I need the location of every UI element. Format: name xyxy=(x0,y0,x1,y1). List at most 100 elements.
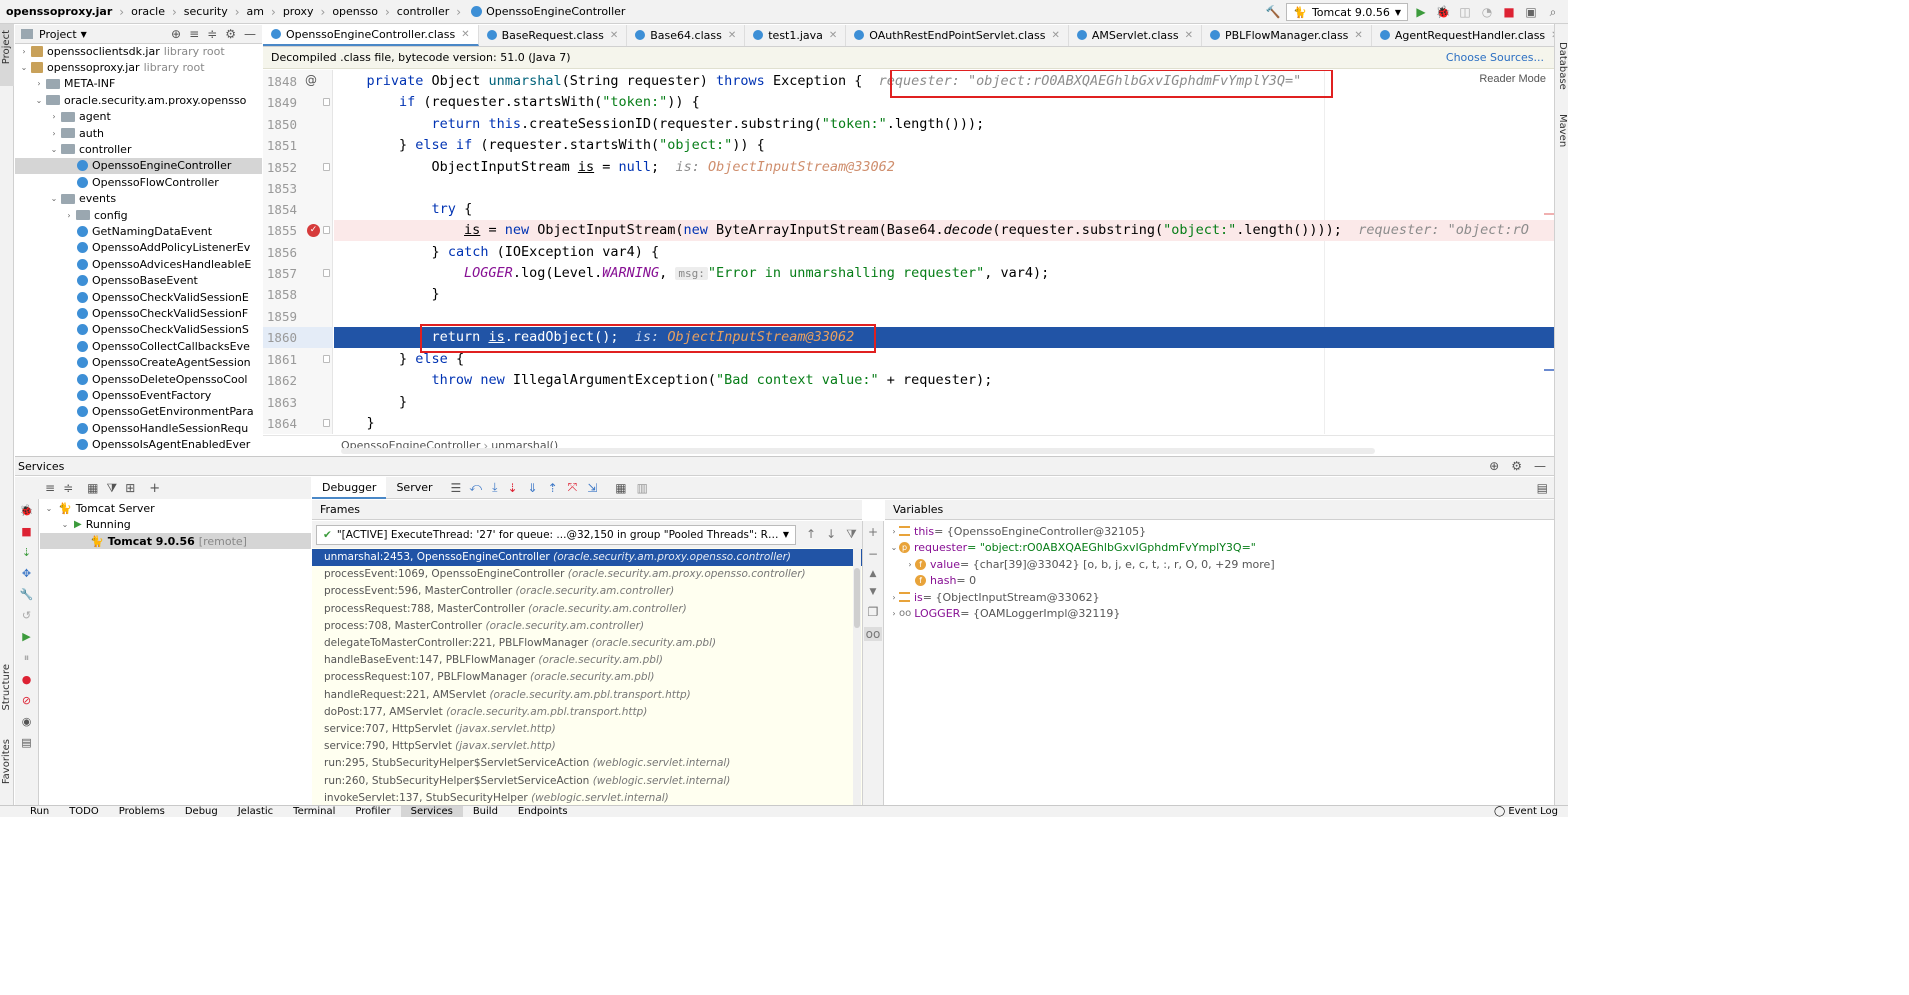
trace-icon[interactable]: ▥ xyxy=(637,481,648,495)
stack-frame[interactable]: invokeServlet:137, StubSecurityHelper (w… xyxy=(312,790,862,805)
force-step-into-icon[interactable]: ⇓ xyxy=(528,481,538,495)
menu-icon[interactable]: ☰ xyxy=(451,481,462,495)
stack-frame[interactable]: handleRequest:221, AMServlet (oracle.sec… xyxy=(312,687,862,704)
chevron-right-icon[interactable]: › xyxy=(889,609,899,618)
breadcrumb-item[interactable]: proxy xyxy=(279,0,318,24)
breadcrumb-item[interactable]: security xyxy=(180,0,232,24)
search-icon[interactable]: ⌕ xyxy=(1544,3,1562,21)
tree-item[interactable]: OpenssoCollectCallbacksEve xyxy=(64,338,262,354)
chevron-down-icon[interactable]: ⌄ xyxy=(44,504,54,513)
project-panel-title[interactable]: Project xyxy=(39,28,77,41)
editor-tab[interactable]: AgentRequestHandler.class ✕ xyxy=(1372,25,1554,46)
add-service-icon[interactable]: ⊕ xyxy=(1489,459,1499,473)
stack-frame[interactable]: doPost:177, AMServlet (oracle.security.a… xyxy=(312,704,862,721)
move-down-icon[interactable]: ▼ xyxy=(870,587,877,597)
chevron-down-icon[interactable]: ⌄ xyxy=(60,520,70,529)
move-up-icon[interactable]: ▲ xyxy=(870,569,877,579)
tree-item[interactable]: OpenssoAdvicesHandleableE xyxy=(64,256,262,272)
tree-item[interactable]: ⌄ controller xyxy=(49,141,262,157)
close-icon[interactable]: ✕ xyxy=(1185,30,1193,41)
chevron-down-icon[interactable]: ⌄ xyxy=(49,194,59,203)
resume-icon[interactable]: ▶ xyxy=(22,630,30,643)
tool-window-profiler[interactable]: Profiler xyxy=(345,806,400,817)
hide-icon[interactable]: — xyxy=(244,27,256,41)
tree-item[interactable]: OpenssoFlowController xyxy=(64,174,262,190)
chevron-right-icon[interactable]: › xyxy=(889,593,899,602)
stack-frame[interactable]: service:790, HttpServlet (javax.servlet.… xyxy=(312,738,862,755)
editor-tab[interactable]: Base64.class ✕ xyxy=(627,25,746,46)
close-icon[interactable]: ✕ xyxy=(829,30,837,41)
tree-item[interactable]: › config xyxy=(64,207,262,223)
tab-server[interactable]: Server xyxy=(386,481,442,494)
service-item[interactable]: ⌄ ▶ Running xyxy=(60,517,131,533)
chevron-right-icon[interactable]: › xyxy=(19,47,29,56)
breadcrumb-item[interactable]: controller xyxy=(393,0,453,24)
run-icon[interactable]: ▶ xyxy=(1412,3,1430,21)
editor-tab[interactable]: OAuthRestEndPointServlet.class ✕ xyxy=(846,25,1069,46)
tool-window-run[interactable]: Run xyxy=(20,806,59,817)
stop-icon[interactable]: ■ xyxy=(21,525,31,538)
fold-icon[interactable] xyxy=(323,355,330,363)
step-into-icon[interactable]: ⇣ xyxy=(507,481,517,495)
tree-item[interactable]: OpenssoEngineController xyxy=(15,157,262,174)
profile-icon[interactable]: ◔ xyxy=(1478,3,1496,21)
tool-window-endpoints[interactable]: Endpoints xyxy=(508,806,578,817)
tree-item[interactable]: OpenssoHandleSessionRequ xyxy=(64,420,262,436)
horizontal-scrollbar[interactable] xyxy=(341,448,1375,454)
show-execution-point-icon[interactable]: ⤺ xyxy=(469,480,482,495)
hide-icon[interactable]: — xyxy=(1534,459,1546,473)
evaluate-icon[interactable]: ▦ xyxy=(615,481,626,495)
tree-item[interactable]: ⌄ events xyxy=(49,191,262,207)
tool-window-build[interactable]: Build xyxy=(463,806,508,817)
close-icon[interactable]: ✕ xyxy=(1051,30,1059,41)
structure-tool-tab[interactable]: Structure xyxy=(1,664,12,711)
tree-item[interactable]: OpenssoDeleteOpenssoCool xyxy=(64,371,262,387)
remove-icon[interactable]: − xyxy=(868,547,878,561)
override-icon[interactable]: @ xyxy=(305,73,317,87)
tool-window-debug[interactable]: Debug xyxy=(175,806,228,817)
add-watch-icon[interactable]: + xyxy=(868,525,878,539)
editor-tab[interactable]: OpenssoEngineController.class ✕ xyxy=(263,25,479,46)
editor-tab[interactable]: PBLFlowManager.class ✕ xyxy=(1202,25,1372,46)
code-editor[interactable]: Reader Mode private Object unmarshal(Str… xyxy=(334,70,1554,434)
tree-item[interactable]: OpenssoCreateAgentSession xyxy=(64,355,262,371)
tree-item[interactable]: › openssoclientsdk.jar library root xyxy=(19,44,262,59)
tree-item[interactable]: ⌄ openssoproxy.jar library root xyxy=(19,59,262,75)
variable-row[interactable]: › f value = {char[39]@33042} [o, b, j, e, … xyxy=(905,556,1274,572)
group-icon[interactable]: ▦ xyxy=(87,481,98,495)
tree-item[interactable]: › auth xyxy=(49,125,262,141)
chevron-down-icon[interactable]: ⌄ xyxy=(19,63,29,72)
mute-breakpoints-icon[interactable]: ⊘ xyxy=(22,694,31,707)
run-to-cursor-icon[interactable]: ⇲ xyxy=(587,481,597,495)
wrench-icon[interactable]: 🔧 xyxy=(20,588,34,601)
build-hammer-icon[interactable]: 🔨 xyxy=(1264,3,1282,21)
breadcrumb-item[interactable]: opensso xyxy=(328,0,382,24)
stack-frame[interactable]: process:708, MasterController (oracle.se… xyxy=(312,618,862,635)
tree-item[interactable]: OpenssoGetEnvironmentPara xyxy=(64,404,262,420)
tree-item[interactable]: GetNamingDataEvent xyxy=(64,223,262,239)
fold-icon[interactable] xyxy=(323,226,330,234)
expand-all-icon[interactable]: ≡ xyxy=(189,27,199,41)
breadcrumb-item[interactable]: am xyxy=(243,0,268,24)
service-item[interactable]: ⌄ 🐈 Tomcat Server xyxy=(44,500,155,516)
chevron-down-icon[interactable]: ⌄ xyxy=(889,543,899,552)
step-over-icon[interactable]: ⤓ xyxy=(492,480,497,495)
copy-icon[interactable]: ❐ xyxy=(868,605,879,619)
collapse-all-icon[interactable]: ≑ xyxy=(63,481,73,495)
stack-frame[interactable]: processRequest:788, MasterController (or… xyxy=(312,601,862,618)
thread-select[interactable]: ✔ "[ACTIVE] ExecuteThread: '27' for queu… xyxy=(316,524,796,545)
new-tab-icon[interactable]: ⊞ xyxy=(125,481,135,495)
tool-window-todo[interactable]: TODO xyxy=(59,806,109,817)
tool-window-terminal[interactable]: Terminal xyxy=(283,806,345,817)
frames-scrollbar[interactable] xyxy=(853,548,861,805)
drop-frame-icon[interactable]: ⤧ xyxy=(568,480,578,495)
breadcrumb-item[interactable]: OpenssoEngineController xyxy=(464,0,629,24)
locate-icon[interactable]: ⊕ xyxy=(171,27,181,41)
chevron-right-icon[interactable]: › xyxy=(34,79,44,88)
tab-debugger[interactable]: Debugger xyxy=(312,476,387,499)
stack-frame[interactable]: delegateToMasterController:221, PBLFlowM… xyxy=(312,635,862,652)
stack-frame[interactable]: processRequest:107, PBLFlowManager (orac… xyxy=(312,669,862,686)
variable-row[interactable]: ⌄ p requester = "object:rO0ABXQAEGhlbGxvIG… xyxy=(889,540,1256,556)
project-tool-tab[interactable]: Project xyxy=(1,30,12,64)
tree-item[interactable]: OpenssoCheckValidSessionE xyxy=(64,289,262,305)
